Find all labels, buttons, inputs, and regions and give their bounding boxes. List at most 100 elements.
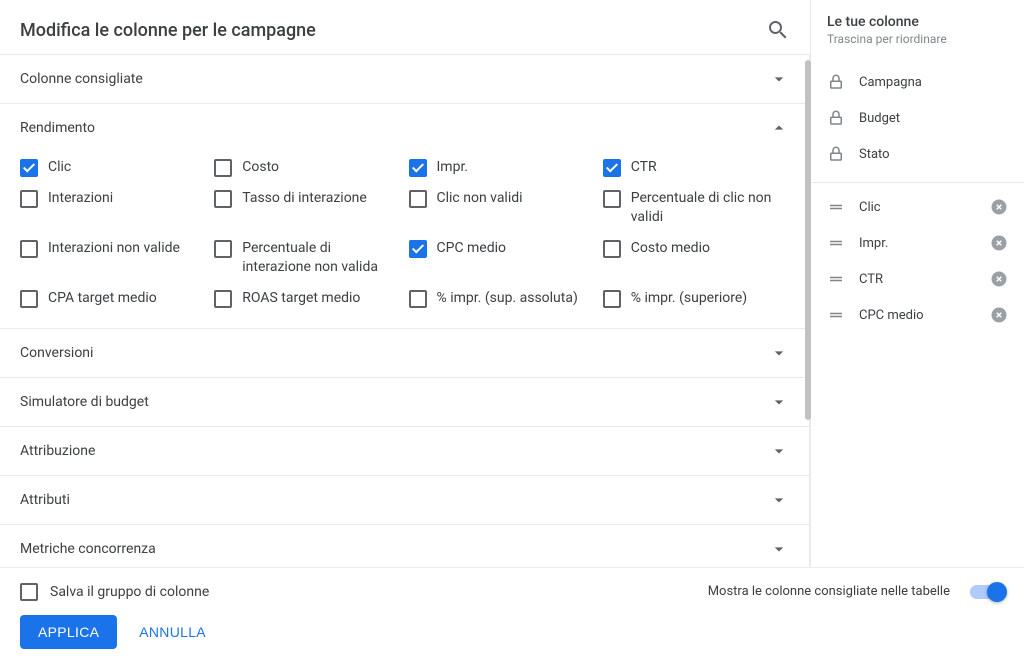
metric-option[interactable]: Costo medio: [603, 239, 789, 277]
drag-handle-icon[interactable]: [827, 306, 845, 324]
category-title: Simulatore di budget: [20, 394, 769, 410]
locked-column: Campagna: [811, 64, 1024, 100]
draggable-column[interactable]: CTR: [811, 261, 1024, 297]
checkbox[interactable]: [20, 159, 38, 177]
metric-option[interactable]: Impr.: [409, 158, 595, 177]
category-title: Rendimento: [20, 120, 769, 136]
checkbox[interactable]: [214, 240, 232, 258]
category-header[interactable]: Metriche concorrenza: [0, 525, 809, 567]
option-label: % impr. (superiore): [631, 289, 747, 308]
checkbox[interactable]: [603, 290, 621, 308]
option-label: ROAS target medio: [242, 289, 360, 308]
chevron-down-icon: [769, 539, 789, 559]
metric-option[interactable]: ROAS target medio: [214, 289, 400, 308]
category-header[interactable]: Colonne consigliate: [0, 55, 809, 103]
right-header: Le tue colonne Trascina per riordinare: [811, 0, 1024, 58]
column-label: CPC medio: [859, 308, 976, 323]
remove-icon[interactable]: [990, 234, 1008, 252]
chevron-down-icon: [769, 69, 789, 89]
checkbox[interactable]: [603, 240, 621, 258]
metric-option[interactable]: % impr. (sup. assoluta): [409, 289, 595, 308]
lock-icon: [827, 145, 845, 163]
category-header[interactable]: Attributi: [0, 476, 809, 524]
locked-column: Stato: [811, 136, 1024, 172]
checkbox[interactable]: [409, 190, 427, 208]
draggable-column[interactable]: Impr.: [811, 225, 1024, 261]
metric-option[interactable]: CPA target medio: [20, 289, 206, 308]
remove-icon[interactable]: [990, 198, 1008, 216]
checkbox[interactable]: [214, 290, 232, 308]
checkbox[interactable]: [20, 240, 38, 258]
checkbox[interactable]: [603, 190, 621, 208]
right-subtitle: Trascina per riordinare: [827, 32, 1008, 46]
column-label: Stato: [859, 147, 1008, 162]
category-header[interactable]: Rendimento: [0, 104, 809, 152]
option-label: CTR: [631, 158, 657, 177]
checkbox[interactable]: [603, 159, 621, 177]
metric-option[interactable]: Interazioni non valide: [20, 239, 206, 277]
recommended-toggle[interactable]: [970, 585, 1004, 599]
option-label: Costo medio: [631, 239, 710, 258]
metric-option[interactable]: Costo: [214, 158, 400, 177]
right-title: Le tue colonne: [827, 14, 1008, 30]
option-label: % impr. (sup. assoluta): [437, 289, 578, 308]
category-header[interactable]: Attribuzione: [0, 427, 809, 475]
chevron-down-icon: [769, 441, 789, 461]
chevron-down-icon: [769, 343, 789, 363]
lock-icon: [827, 109, 845, 127]
scrollbar[interactable]: [805, 60, 811, 420]
metric-option[interactable]: % impr. (superiore): [603, 289, 789, 308]
checkbox[interactable]: [409, 240, 427, 258]
option-label: Costo: [242, 158, 279, 177]
option-label: CPC medio: [437, 239, 507, 258]
column-list: Campagna Budget Stato Clic Impr. CTR CPC medio: [811, 58, 1024, 567]
checkbox[interactable]: [409, 290, 427, 308]
option-label: CPA target medio: [48, 289, 157, 308]
cancel-button[interactable]: ANNULLA: [127, 615, 218, 649]
category-title: Attribuzione: [20, 443, 769, 459]
option-label: Tasso di interazione: [242, 189, 367, 208]
chevron-down-icon: [769, 490, 789, 510]
category-title: Metriche concorrenza: [20, 541, 769, 557]
checkbox[interactable]: [20, 290, 38, 308]
metric-option[interactable]: Interazioni: [20, 189, 206, 227]
search-icon[interactable]: [766, 18, 790, 42]
lock-icon: [827, 73, 845, 91]
checkbox[interactable]: [214, 190, 232, 208]
draggable-column[interactable]: CPC medio: [811, 297, 1024, 333]
locked-column: Budget: [811, 100, 1024, 136]
remove-icon[interactable]: [990, 306, 1008, 324]
checkbox[interactable]: [409, 159, 427, 177]
metric-option[interactable]: CPC medio: [409, 239, 595, 277]
remove-icon[interactable]: [990, 270, 1008, 288]
category-title: Attributi: [20, 492, 769, 508]
apply-button[interactable]: APPLICA: [20, 615, 117, 649]
header: Modifica le colonne per le campagne: [0, 0, 810, 55]
category-header[interactable]: Conversioni: [0, 329, 809, 377]
option-label: Clic non validi: [437, 189, 523, 208]
category-header[interactable]: Simulatore di budget: [0, 378, 809, 426]
metric-option[interactable]: Clic: [20, 158, 206, 177]
metric-option[interactable]: Percentuale di clic non validi: [603, 189, 789, 227]
drag-handle-icon[interactable]: [827, 234, 845, 252]
metric-option[interactable]: CTR: [603, 158, 789, 177]
save-preset-checkbox[interactable]: [20, 583, 38, 601]
option-label: Interazioni non valide: [48, 239, 180, 258]
column-label: Budget: [859, 111, 1008, 126]
draggable-column[interactable]: Clic: [811, 189, 1024, 225]
option-label: Percentuale di clic non validi: [631, 189, 789, 227]
checkbox[interactable]: [214, 159, 232, 177]
metric-option[interactable]: Tasso di interazione: [214, 189, 400, 227]
metric-option[interactable]: Percentuale di interazione non valida: [214, 239, 400, 277]
drag-handle-icon[interactable]: [827, 198, 845, 216]
drag-handle-icon[interactable]: [827, 270, 845, 288]
chevron-down-icon: [769, 392, 789, 412]
checkbox[interactable]: [20, 190, 38, 208]
column-label: Campagna: [859, 75, 1008, 90]
chevron-up-icon: [769, 118, 789, 138]
column-label: Impr.: [859, 236, 976, 251]
option-label: Impr.: [437, 158, 469, 177]
your-columns-panel: Le tue colonne Trascina per riordinare C…: [810, 0, 1024, 567]
footer: Salva il gruppo di colonne Mostra le col…: [0, 567, 1024, 665]
metric-option[interactable]: Clic non validi: [409, 189, 595, 227]
